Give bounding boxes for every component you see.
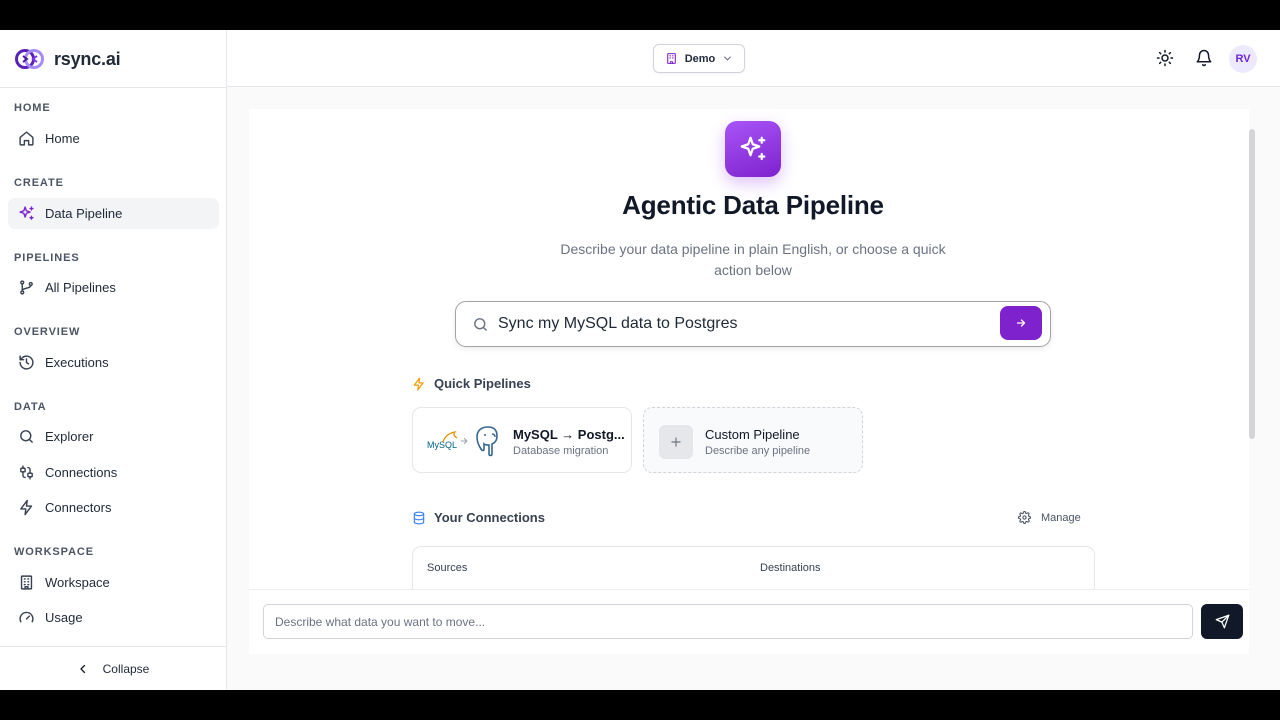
app-window: rsync.ai HOME Home CREATE Data Pipeline …: [0, 30, 1280, 690]
section-label-overview: OVERVIEW: [14, 326, 81, 338]
collapse-button[interactable]: Collapse: [0, 646, 226, 690]
history-icon: [19, 355, 34, 370]
org-label: Demo: [684, 52, 716, 65]
quick-pipelines-label: Quick Pipelines: [434, 376, 531, 391]
scrollbar[interactable]: [1249, 129, 1255, 439]
sidebar-item-label: Executions: [45, 355, 109, 370]
scroll-area[interactable]: Agentic Data Pipeline Describe your data…: [249, 109, 1249, 589]
sidebar-item-label: Workspace: [45, 575, 110, 590]
user-avatar[interactable]: RV: [1229, 45, 1257, 73]
send-icon: [1215, 614, 1229, 629]
main-content: Agentic Data Pipeline Describe your data…: [227, 87, 1280, 690]
sidebar-item-usage[interactable]: Usage: [8, 602, 219, 633]
sidebar-item-executions[interactable]: Executions: [8, 347, 219, 378]
chat-divider: [249, 589, 1249, 590]
top-header: Demo RV: [227, 30, 1280, 87]
card-description: Database migration: [513, 445, 609, 457]
collapse-label: Collapse: [102, 661, 150, 676]
sidebar-item-label: Connectors: [45, 500, 112, 515]
sidebar-item-all-pipelines[interactable]: All Pipelines: [8, 272, 219, 303]
sparkles-icon: [19, 206, 34, 220]
pipeline-prompt-input[interactable]: [498, 312, 988, 336]
rsync-logo-icon: [15, 49, 44, 69]
sidebar-divider: [0, 87, 226, 88]
plus-icon: [659, 425, 693, 459]
sidebar-item-connections[interactable]: Connections: [8, 457, 219, 488]
section-label-pipelines: PIPELINES: [14, 252, 80, 264]
manage-connections-button[interactable]: Manage: [1018, 511, 1081, 524]
sidebar-item-data-pipeline[interactable]: Data Pipeline: [8, 198, 219, 229]
search-icon: [20, 430, 33, 443]
section-label-create: CREATE: [14, 177, 64, 189]
sidebar-item-explorer[interactable]: Explorer: [8, 421, 219, 452]
sidebar: rsync.ai HOME Home CREATE Data Pipeline …: [0, 30, 227, 690]
pipeline-prompt-box: [455, 301, 1051, 347]
section-label-home: HOME: [14, 102, 51, 114]
mysql-dolphin-icon: [442, 431, 458, 443]
cable-icon: [20, 465, 33, 480]
sparkles-icon: [740, 136, 766, 161]
building-icon: [20, 575, 33, 590]
building-icon: [666, 53, 676, 64]
card-title: MySQL → Postg...: [513, 427, 625, 442]
gear-icon: [1018, 511, 1031, 524]
postgres-elephant-icon: [476, 426, 498, 457]
hero-badge: [725, 121, 781, 177]
sidebar-item-workspace[interactable]: Workspace: [8, 567, 219, 598]
sidebar-item-label: Data Pipeline: [45, 206, 123, 221]
sidebar-item-label: All Pipelines: [45, 280, 116, 295]
quick-pipelines-heading: Quick Pipelines: [412, 376, 531, 391]
home-icon: [19, 131, 34, 146]
card-title: Custom Pipeline: [705, 427, 800, 442]
zap-icon: [413, 377, 424, 390]
sidebar-item-label: Explorer: [45, 429, 94, 444]
brand[interactable]: rsync.ai: [14, 45, 121, 73]
section-label-workspace: WORKSPACE: [14, 546, 95, 558]
search-icon: [474, 318, 487, 331]
sidebar-item-label: Usage: [45, 610, 83, 625]
column-header-destinations: Destinations: [760, 562, 821, 574]
sidebar-item-label: Connections: [45, 465, 118, 480]
sidebar-item-label: Home: [45, 131, 80, 146]
page-title: Agentic Data Pipeline: [622, 190, 884, 220]
brand-name: rsync.ai: [54, 48, 121, 69]
zap-icon: [20, 499, 33, 516]
connections-table: Sources Destinations: [412, 546, 1095, 589]
arrow-right-icon: [460, 437, 468, 445]
column-header-sources: Sources: [427, 562, 468, 574]
git-branch-icon: [20, 280, 33, 295]
section-label-data: DATA: [14, 401, 47, 413]
quick-pipeline-custom[interactable]: Custom Pipeline Describe any pipeline: [643, 407, 863, 473]
sidebar-item-home[interactable]: Home: [8, 123, 219, 154]
chevron-left-icon: [80, 664, 85, 673]
connections-heading: Your Connections: [412, 510, 545, 525]
gauge-icon: [19, 611, 34, 623]
submit-prompt-button[interactable]: [1000, 306, 1042, 340]
sidebar-item-connectors[interactable]: Connectors: [8, 492, 219, 523]
send-button[interactable]: [1201, 604, 1243, 639]
manage-label: Manage: [1041, 511, 1081, 524]
card-description: Describe any pipeline: [705, 445, 811, 457]
pipeline-panel: Agentic Data Pipeline Describe your data…: [249, 109, 1249, 654]
connections-label: Your Connections: [434, 510, 545, 525]
quick-pipeline-mysql-postgres[interactable]: MySQL MySQL → Postg... Database migratio…: [412, 407, 632, 473]
chevron-down-icon: [724, 56, 732, 61]
chat-input[interactable]: [263, 604, 1193, 639]
bell-icon[interactable]: [1195, 49, 1213, 67]
org-selector[interactable]: Demo: [653, 44, 745, 73]
arrow-right-icon: [1016, 319, 1026, 327]
sun-icon[interactable]: [1156, 49, 1174, 67]
page-subtitle: Describe your data pipeline in plain Eng…: [560, 241, 946, 278]
database-icon: [413, 511, 425, 524]
